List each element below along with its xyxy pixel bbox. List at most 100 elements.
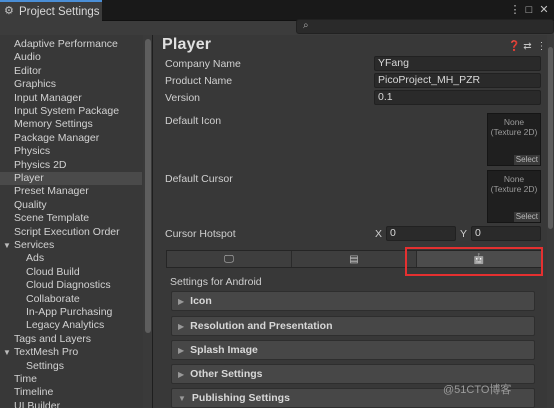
sidebar-item-label: Ads [26, 252, 45, 265]
sidebar-item[interactable]: Memory Settings [0, 118, 142, 131]
sidebar-item-label: Services [14, 239, 55, 251]
section-label: Splash Image [190, 344, 258, 356]
sidebar-item[interactable]: Physics [0, 145, 142, 158]
sidebar-item-label: Input Manager [14, 91, 82, 104]
sidebar-item-label: Script Execution Order [14, 225, 120, 238]
hotspot-y-field[interactable]: 0 [471, 226, 541, 241]
sidebar-item[interactable]: Scene Template [0, 212, 142, 225]
version-field[interactable]: 0.1 [374, 90, 541, 105]
preset-icon[interactable]: ⇄ [522, 41, 533, 52]
default-icon-slot[interactable]: None (Texture 2D) Select [487, 113, 541, 166]
sidebar-item-label: In-App Purchasing [26, 306, 113, 318]
chevron-down-icon[interactable]: ▼ [3, 346, 11, 359]
section-label: Other Settings [190, 368, 263, 380]
sidebar-item[interactable]: Legacy Analytics [0, 319, 142, 332]
sidebar-item[interactable]: UI Builder [0, 400, 142, 408]
more-menu-icon[interactable]: ⋮ [508, 3, 522, 17]
sidebar-item[interactable]: Preset Manager [0, 185, 142, 198]
section-label: Icon [190, 295, 212, 307]
expand-arrow-icon: ▶ [178, 369, 185, 379]
more-icon[interactable]: ⋮ [536, 41, 547, 52]
sidebar-item[interactable]: ▼ Services [0, 239, 142, 252]
hotspot-y-label: Y [460, 228, 468, 240]
sidebar-item[interactable]: Time [0, 373, 142, 386]
sidebar-item-label: Collaborate [26, 292, 80, 305]
product-name-label: Product Name [165, 75, 233, 87]
search-input[interactable]: ⌕ [296, 19, 554, 34]
close-icon[interactable]: ✕ [537, 3, 551, 17]
sidebar-item[interactable]: ▼ TextMesh Pro [0, 346, 142, 359]
tab-standalone[interactable]: 🖵 [167, 251, 292, 267]
window-tab[interactable]: ⚙ Project Settings [0, 0, 102, 21]
sidebar-item-label: UI Builder [14, 399, 61, 408]
sidebar-item-label: Physics [14, 145, 51, 158]
texture-type-text: (Texture 2D) [490, 184, 538, 194]
company-name-label: Company Name [165, 58, 241, 70]
expand-arrow-icon: ▶ [178, 321, 185, 331]
texture-none-text: None [503, 174, 525, 184]
cursor-hotspot-label: Cursor Hotspot [165, 228, 236, 240]
chevron-down-icon[interactable]: ▼ [3, 239, 11, 252]
sidebar-item-label: Cloud Build [26, 265, 80, 278]
sidebar-item[interactable]: Adaptive Performance [0, 38, 142, 51]
section-label: Publishing Settings [191, 392, 290, 404]
gear-icon: ⚙ [4, 5, 14, 17]
version-label: Version [165, 92, 201, 104]
sidebar-item[interactable]: Ads [0, 252, 142, 265]
sidebar-item[interactable]: Graphics [0, 78, 142, 91]
settings-for-label: Settings for Android [170, 276, 262, 288]
server-icon: ▤ [349, 253, 359, 265]
sidebar-item[interactable]: Collaborate [0, 293, 142, 306]
watermark: @51CTO博客 [443, 384, 512, 396]
sidebar-item-label: Legacy Analytics [26, 319, 105, 332]
sidebar-scroll-thumb[interactable] [145, 39, 151, 333]
select-button[interactable]: Select [513, 212, 540, 222]
tab-server[interactable]: ▤ [292, 251, 417, 267]
section-label: Resolution and Presentation [190, 320, 333, 332]
sidebar-item-label: Player [14, 172, 44, 184]
sidebar-item[interactable]: Script Execution Order [0, 226, 142, 239]
sidebar-item-label: Cloud Diagnostics [26, 279, 111, 292]
product-name-field[interactable]: PicoProject_MH_PZR [374, 73, 541, 88]
hotspot-x-field[interactable]: 0 [386, 226, 456, 241]
sidebar-item-label: Memory Settings [14, 118, 93, 131]
sidebar-item[interactable]: Quality [0, 199, 142, 212]
expand-arrow-icon: ▼ [178, 393, 186, 403]
maximize-icon[interactable]: □ [522, 3, 536, 17]
sidebar-item[interactable]: Tags and Layers [0, 333, 142, 346]
title-bar: ⚙ Project Settings ⋮ □ ✕ [0, 0, 554, 21]
section-splash[interactable]: ▶ Splash Image [171, 340, 535, 360]
sidebar-item[interactable]: Player [0, 172, 142, 186]
sidebar-item-label: Settings [26, 359, 64, 372]
sidebar-item[interactable]: Input System Package [0, 105, 142, 118]
company-name-field[interactable]: YFang [374, 56, 541, 71]
main-scroll-thumb[interactable] [548, 47, 553, 229]
sidebar-item[interactable]: Settings [0, 360, 142, 373]
hotspot-x-label: X [375, 228, 383, 240]
select-button[interactable]: Select [513, 155, 540, 165]
sidebar-item[interactable]: In-App Purchasing [0, 306, 142, 319]
page-title: Player [162, 36, 212, 53]
default-cursor-label: Default Cursor [165, 173, 233, 185]
sidebar-item[interactable]: Timeline [0, 386, 142, 399]
sidebar-item[interactable]: Cloud Diagnostics [0, 279, 142, 292]
sidebar-item-label: Audio [14, 51, 41, 64]
section-resolution[interactable]: ▶ Resolution and Presentation [171, 316, 535, 336]
sidebar-item-label: Editor [14, 64, 42, 77]
help-icon[interactable]: ❓ [508, 41, 520, 52]
sidebar-scrollbar[interactable] [143, 35, 152, 408]
sidebar-item[interactable]: Editor [0, 65, 142, 78]
sidebar-item-label: Time [14, 373, 37, 385]
sidebar-item-label: Quality [14, 198, 47, 211]
section-icon[interactable]: ▶ Icon [171, 291, 535, 311]
monitor-icon: 🖵 [224, 253, 234, 265]
sidebar-item[interactable]: Input Manager [0, 92, 142, 105]
sidebar-item[interactable]: Audio [0, 51, 142, 64]
window-title: Project Settings [19, 5, 100, 18]
main-scrollbar[interactable] [547, 35, 554, 408]
sidebar-item[interactable]: Physics 2D [0, 159, 142, 172]
sidebar-item[interactable]: Cloud Build [0, 266, 142, 279]
sidebar-item-label: Graphics [14, 78, 57, 91]
sidebar-item[interactable]: Package Manager [0, 132, 142, 145]
default-cursor-slot[interactable]: None (Texture 2D) Select [487, 170, 541, 223]
